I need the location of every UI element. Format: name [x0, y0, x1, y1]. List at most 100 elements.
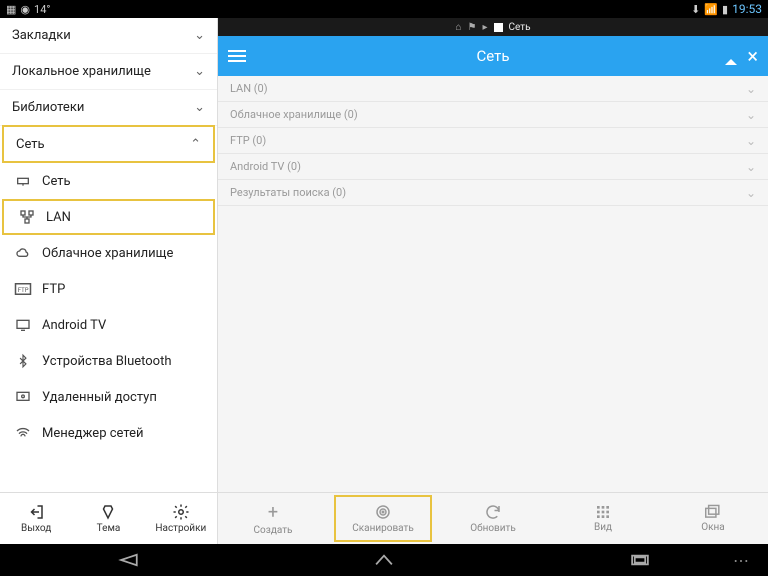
network-list: LAN (0) ⌄ Облачное хранилище (0)⌄ FTP (0)…	[218, 76, 768, 492]
nav-recent[interactable]	[620, 553, 660, 567]
button-label: Вид	[594, 522, 612, 533]
clock: 19:53	[732, 2, 762, 16]
menu-icon[interactable]	[228, 50, 246, 62]
wifi-icon: 📶	[704, 3, 718, 16]
button-label: Выход	[21, 523, 51, 534]
gallery-icon: ▦	[6, 3, 16, 16]
battery-icon: ▮	[722, 3, 728, 16]
list-item[interactable]: Облачное хранилище (0)⌄	[218, 102, 768, 128]
chevron-down-icon: ⌄	[194, 64, 205, 79]
remote-icon	[14, 388, 32, 406]
sidebar-item-label: Облачное хранилище	[42, 246, 173, 261]
lan-icon	[18, 208, 36, 226]
sidebar-item-network[interactable]: Сеть	[0, 163, 217, 199]
chevron-down-icon: ⌄	[746, 160, 756, 174]
sidebar-bottom-bar: Выход Тема Настройки	[0, 492, 217, 544]
chevron-down-icon: ⌄	[746, 82, 756, 96]
sidebar: Закладки ⌄ Локальное хранилище ⌄ Библиот…	[0, 18, 218, 544]
list-item[interactable]: Результаты поиска (0)⌄	[218, 180, 768, 206]
button-label: Окна	[701, 522, 725, 533]
page-title: Сеть	[218, 47, 768, 65]
button-label: Обновить	[470, 523, 516, 534]
scan-button[interactable]: Сканировать	[328, 493, 438, 544]
cloud-icon	[14, 244, 32, 262]
view-button[interactable]: Вид	[548, 493, 658, 544]
sidebar-item-label: Сеть	[42, 174, 71, 189]
shield-icon: ◉	[20, 3, 30, 16]
refresh-icon	[484, 503, 502, 521]
nav-back[interactable]	[108, 553, 148, 567]
button-label: Настройки	[155, 523, 206, 534]
sidebar-item-label: LAN	[46, 210, 71, 225]
chevron-down-icon: ⌄	[746, 134, 756, 148]
bottom-toolbar: + Создать Сканировать Обновить Вид	[218, 492, 768, 544]
bluetooth-icon	[14, 352, 32, 370]
settings-button[interactable]: Настройки	[145, 493, 217, 544]
sidebar-section-local[interactable]: Локальное хранилище ⌄	[0, 54, 217, 90]
theme-button[interactable]: Тема	[72, 493, 144, 544]
svg-text:FTP: FTP	[18, 287, 29, 294]
close-icon[interactable]: ×	[747, 44, 758, 68]
sidebar-item-label: Android TV	[42, 318, 106, 333]
main-area: ⌂ ⚑ ▸ Сеть Сеть × LAN (0) ⌄ Облачное хран…	[218, 18, 768, 544]
list-label: LAN (0)	[230, 82, 268, 95]
list-item[interactable]: LAN (0) ⌄	[218, 76, 768, 102]
home-icon: ⌂	[455, 22, 461, 33]
sidebar-item-lan[interactable]: LAN	[2, 199, 215, 235]
sidebar-item-remote[interactable]: Удаленный доступ	[0, 379, 217, 415]
nav-more[interactable]: ⋯	[722, 551, 762, 570]
refresh-button[interactable]: Обновить	[438, 493, 548, 544]
windows-icon	[704, 504, 722, 520]
sidebar-section-label: Библиотеки	[12, 100, 84, 115]
network-icon	[14, 172, 32, 190]
sidebar-item-label: Устройства Bluetooth	[42, 354, 172, 369]
android-statusbar: ▦ ◉ 14° ⬇ 📶 ▮ 19:53	[0, 0, 768, 18]
tv-icon	[14, 316, 32, 334]
chevron-down-icon: ⌄	[194, 28, 205, 43]
sidebar-section-label: Закладки	[12, 28, 71, 43]
button-label: Тема	[97, 523, 121, 534]
download-icon: ⬇	[691, 3, 700, 16]
button-label: Сканировать	[352, 523, 414, 534]
chevron-down-icon: ⌄	[746, 108, 756, 122]
sidebar-item-label: Удаленный доступ	[42, 390, 157, 405]
sidebar-section-network[interactable]: Сеть ⌃	[2, 125, 215, 163]
sidebar-item-label: FTP	[42, 282, 65, 297]
breadcrumb-label: Сеть	[509, 22, 531, 33]
nav-home[interactable]	[364, 553, 404, 567]
page-icon	[494, 23, 503, 32]
android-navbar: ⋯	[0, 544, 768, 576]
scan-icon	[374, 503, 392, 521]
create-button[interactable]: + Создать	[218, 493, 328, 544]
exit-icon	[27, 503, 45, 521]
sidebar-item-label: Менеджер сетей	[42, 426, 144, 441]
temperature: 14°	[34, 3, 50, 16]
ftp-icon: FTP	[14, 280, 32, 298]
sidebar-section-bookmarks[interactable]: Закладки ⌄	[0, 18, 217, 54]
bookmark-icon: ▸	[482, 22, 487, 33]
wifi-settings-icon	[14, 424, 32, 442]
sidebar-section-label: Локальное хранилище	[12, 64, 151, 79]
chevron-down-icon: ⌄	[746, 186, 756, 200]
gear-icon	[172, 503, 190, 521]
sidebar-item-cloud[interactable]: Облачное хранилище	[0, 235, 217, 271]
list-label: Android TV (0)	[230, 160, 301, 173]
sidebar-item-androidtv[interactable]: Android TV	[0, 307, 217, 343]
breadcrumb: ⌂ ⚑ ▸ Сеть	[218, 18, 768, 36]
sidebar-section-libraries[interactable]: Библиотеки ⌄	[0, 90, 217, 126]
list-item[interactable]: Android TV (0) ⌄	[218, 154, 768, 180]
sidebar-item-ftp[interactable]: FTP FTP	[0, 271, 217, 307]
list-item[interactable]: FTP (0)⌄	[218, 128, 768, 154]
theme-icon	[99, 503, 117, 521]
flag-icon: ⚑	[468, 22, 477, 33]
sidebar-item-netmgr[interactable]: Менеджер сетей	[0, 415, 217, 451]
chevron-up-icon: ⌃	[190, 137, 201, 152]
resize-icon[interactable]	[725, 59, 737, 65]
windows-button[interactable]: Окна	[658, 493, 768, 544]
plus-icon: +	[268, 502, 278, 523]
sidebar-section-label: Сеть	[16, 137, 45, 152]
sidebar-item-bluetooth[interactable]: Устройства Bluetooth	[0, 343, 217, 379]
chevron-down-icon: ⌄	[194, 100, 205, 115]
exit-button[interactable]: Выход	[0, 493, 72, 544]
header: Сеть ×	[218, 36, 768, 76]
